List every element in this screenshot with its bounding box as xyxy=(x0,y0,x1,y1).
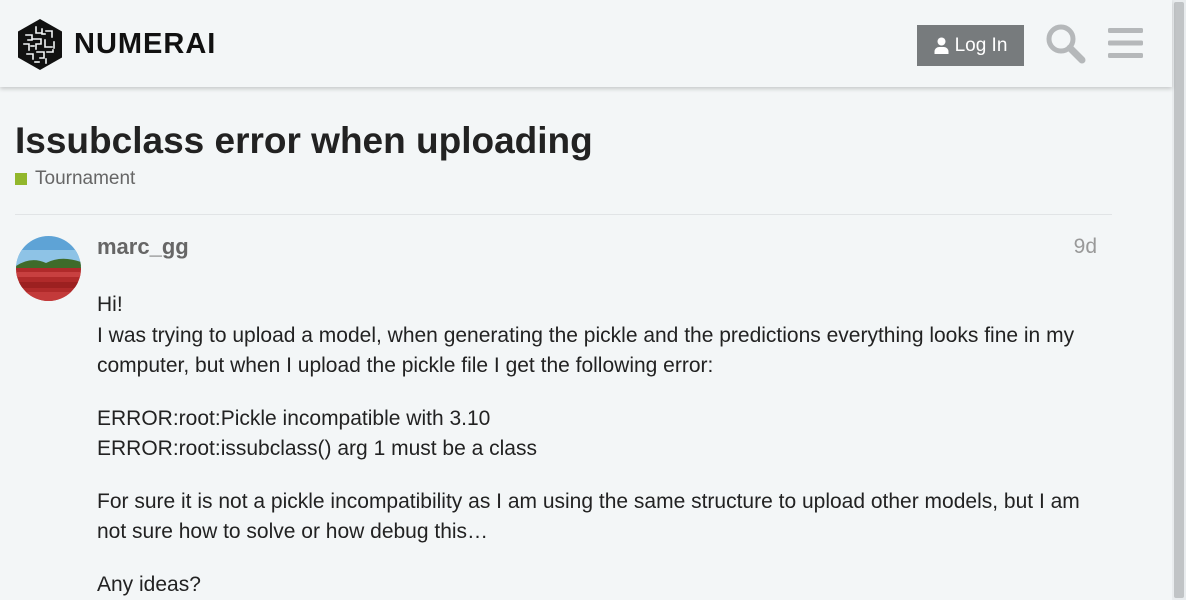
post-paragraph: Any ideas? xyxy=(97,570,1097,600)
title-divider xyxy=(15,214,1112,215)
brand-name: NUMERAI xyxy=(74,28,217,60)
avatar-image xyxy=(16,236,81,301)
post-author[interactable]: marc_gg xyxy=(97,234,189,260)
category-badge[interactable]: Tournament xyxy=(15,168,135,190)
viewport: NUMERAI Log In Issubclass error when upl… xyxy=(0,0,1186,600)
post-text: For sure it is not a pickle incompatibil… xyxy=(97,489,1080,544)
post-text: ERROR:root:issubclass() arg 1 must be a … xyxy=(97,437,537,460)
avatar[interactable] xyxy=(16,236,81,301)
login-label: Log In xyxy=(954,34,1008,56)
post-text: ERROR:root:Pickle incompatible with 3.10 xyxy=(97,406,491,430)
post-paragraph: ERROR:root:Pickle incompatible with 3.10… xyxy=(97,404,1097,465)
page-scrollbar[interactable] xyxy=(1172,0,1186,600)
search-icon xyxy=(1046,24,1086,64)
login-button[interactable]: Log In xyxy=(917,25,1024,66)
site-header: NUMERAI Log In xyxy=(0,0,1172,87)
post-text: Any ideas? xyxy=(97,572,201,596)
post-text: I was trying to upload a model, when gen… xyxy=(97,323,1075,378)
user-icon xyxy=(934,37,949,54)
topic-title[interactable]: Issubclass error when uploading xyxy=(15,120,593,163)
post-date[interactable]: 9d xyxy=(1064,235,1097,259)
post-text: Hi! xyxy=(97,293,123,316)
hamburger-menu-icon xyxy=(1108,28,1143,58)
scrollbar-thumb[interactable] xyxy=(1174,2,1184,598)
site-logo[interactable]: NUMERAI xyxy=(16,18,216,71)
category-color-swatch xyxy=(15,173,27,185)
category-name: Tournament xyxy=(35,168,136,189)
numerai-logo-icon xyxy=(18,19,62,70)
hamburger-menu-button[interactable] xyxy=(1106,22,1148,64)
post-paragraph: Hi! I was trying to upload a model, when… xyxy=(97,290,1097,382)
post-paragraph: For sure it is not a pickle incompatibil… xyxy=(97,487,1097,548)
search-button[interactable] xyxy=(1044,22,1086,64)
post-body: Hi! I was trying to upload a model, when… xyxy=(97,290,1097,600)
